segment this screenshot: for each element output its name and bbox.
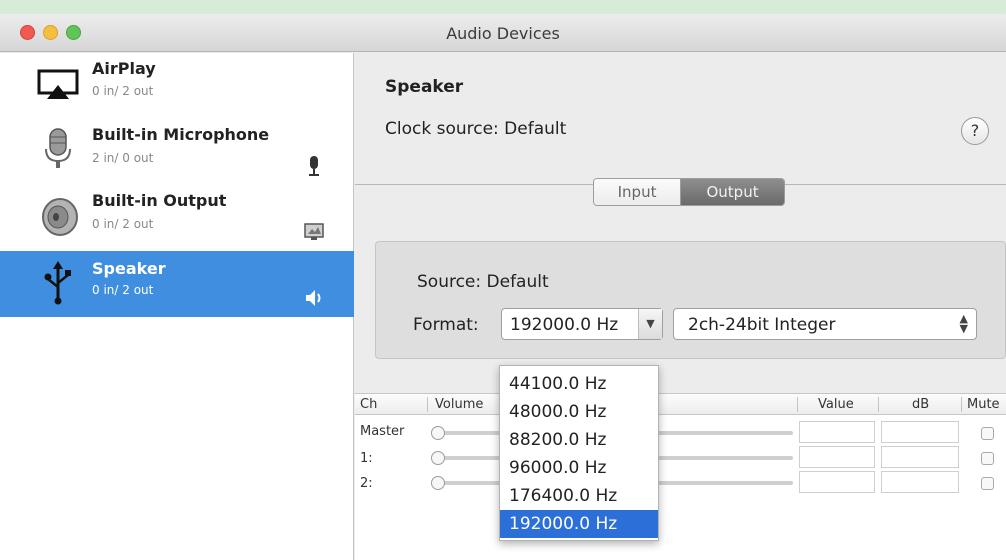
- source-label: Source: Default: [417, 272, 549, 292]
- device-item-built-in-output[interactable]: Built-in Output 0 in/ 2 out: [0, 185, 354, 251]
- db-field-master[interactable]: [881, 421, 959, 443]
- channel-label-2: 2:: [360, 476, 373, 491]
- title-bar: Audio Devices: [0, 14, 1006, 52]
- volume-slider-knob[interactable]: [431, 426, 445, 440]
- mute-checkbox-1[interactable]: [981, 452, 994, 465]
- value-field-2[interactable]: [799, 471, 875, 493]
- sample-rate-value: 192000.0 Hz: [510, 315, 619, 335]
- menu-item-48000[interactable]: 48000.0 Hz: [500, 398, 658, 426]
- bit-format-value: 2ch-24bit Integer: [688, 315, 836, 335]
- table-header: Ch Volume Value dB Mute: [355, 393, 1006, 415]
- help-button[interactable]: ?: [961, 117, 989, 145]
- menu-item-96000[interactable]: 96000.0 Hz: [500, 454, 658, 482]
- device-name: Speaker: [92, 259, 166, 278]
- device-io: 2 in/ 0 out: [92, 151, 154, 165]
- column-header-volume[interactable]: Volume: [435, 397, 483, 412]
- db-field-2[interactable]: [881, 471, 959, 493]
- column-divider: [878, 397, 879, 412]
- device-title: Speaker: [385, 77, 464, 97]
- device-name: AirPlay: [92, 59, 156, 78]
- value-field-1[interactable]: [799, 446, 875, 468]
- menu-item-192000[interactable]: 192000.0 Hz: [500, 510, 658, 538]
- microphone-icon: [45, 128, 71, 168]
- tab-input[interactable]: Input: [594, 179, 682, 205]
- input-output-tabs: Input Output: [593, 178, 785, 206]
- device-name: Built-in Microphone: [92, 125, 270, 144]
- device-item-airplay[interactable]: AirPlay 0 in/ 2 out: [0, 53, 354, 119]
- value-field-master[interactable]: [799, 421, 875, 443]
- chevron-down-icon: ▼: [638, 309, 662, 339]
- column-header-db[interactable]: dB: [912, 397, 929, 412]
- speaker-volume-icon: [306, 290, 321, 306]
- sample-rate-menu: 44100.0 Hz 48000.0 Hz 88200.0 Hz 96000.0…: [499, 365, 659, 541]
- volume-table: Ch Volume Value dB Mute Master 1: 2:: [355, 393, 1006, 560]
- device-list: AirPlay 0 in/ 2 out Built-in Microphone …: [0, 53, 354, 560]
- microphone-badge-icon: [309, 156, 319, 176]
- channel-label-master: Master: [360, 424, 405, 439]
- mute-checkbox-2[interactable]: [981, 477, 994, 490]
- column-header-ch[interactable]: Ch: [360, 397, 377, 412]
- menu-item-44100[interactable]: 44100.0 Hz: [500, 370, 658, 398]
- display-badge-icon: [304, 223, 324, 240]
- menu-item-88200[interactable]: 88200.0 Hz: [500, 426, 658, 454]
- device-item-speaker[interactable]: Speaker 0 in/ 2 out: [0, 251, 354, 317]
- db-field-1[interactable]: [881, 446, 959, 468]
- window-title: Audio Devices: [446, 24, 560, 43]
- device-name: Built-in Output: [92, 191, 227, 210]
- column-header-mute[interactable]: Mute: [967, 397, 1000, 412]
- mute-checkbox-master[interactable]: [981, 427, 994, 440]
- column-divider: [961, 397, 962, 412]
- volume-slider-knob[interactable]: [431, 476, 445, 490]
- column-header-value[interactable]: Value: [818, 397, 854, 412]
- clock-source-label: Clock source: Default: [385, 119, 567, 139]
- usb-icon: [44, 261, 71, 305]
- up-down-arrows-icon: ▲ ▼: [959, 312, 968, 335]
- device-item-built-in-microphone[interactable]: Built-in Microphone 2 in/ 0 out: [0, 119, 354, 185]
- device-io: 0 in/ 2 out: [92, 217, 154, 231]
- bit-format-popup[interactable]: 2ch-24bit Integer ▲ ▼: [673, 308, 977, 340]
- tab-output[interactable]: Output: [681, 179, 784, 205]
- column-divider: [797, 397, 798, 412]
- desktop-strip: [0, 0, 1006, 14]
- sample-rate-popup[interactable]: 192000.0 Hz ▼: [501, 308, 663, 340]
- device-io: 0 in/ 2 out: [92, 283, 154, 297]
- device-io: 0 in/ 2 out: [92, 84, 154, 98]
- column-divider: [427, 397, 428, 412]
- menu-item-176400[interactable]: 176400.0 Hz: [500, 482, 658, 510]
- device-detail-pane: Speaker Clock source: Default ? Input Ou…: [355, 53, 1006, 560]
- airplay-icon: [37, 69, 79, 99]
- speaker-cone-icon: [42, 198, 78, 236]
- format-label: Format:: [413, 315, 479, 335]
- volume-slider-knob[interactable]: [431, 451, 445, 465]
- format-group-box: Source: Default Format: 192000.0 Hz ▼ 2c…: [375, 241, 1006, 359]
- channel-label-1: 1:: [360, 451, 373, 466]
